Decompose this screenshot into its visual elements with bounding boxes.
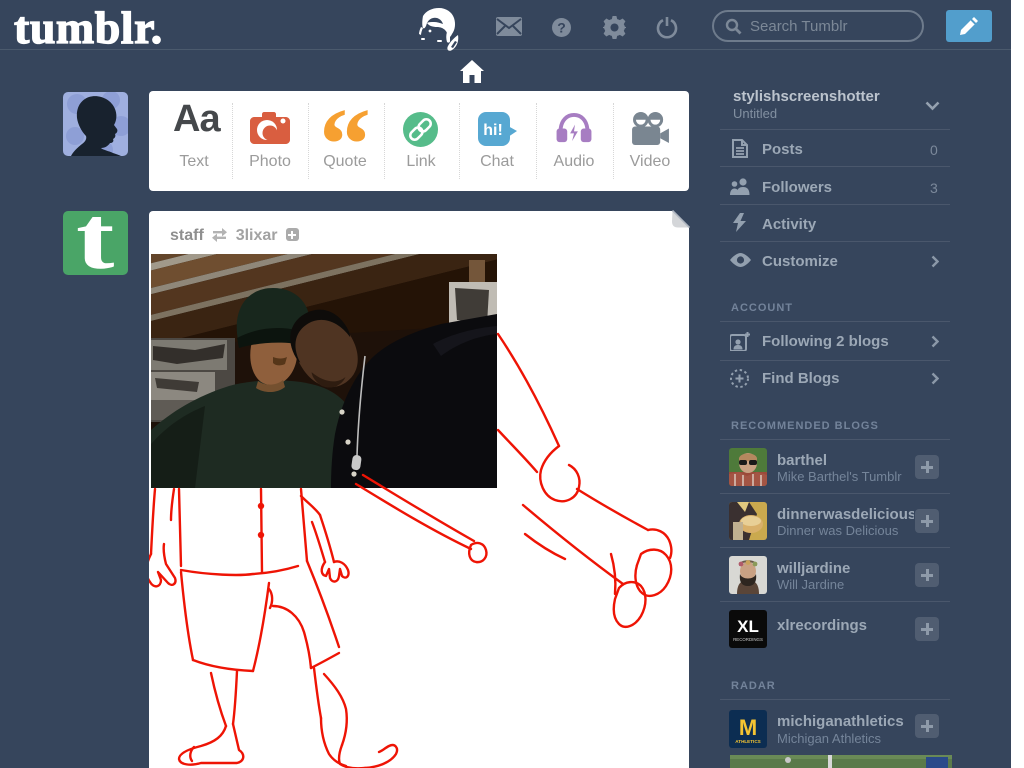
svg-text:XL: XL	[737, 617, 759, 636]
svg-text:RECORDINGS: RECORDINGS	[733, 637, 763, 642]
svg-text:?: ?	[557, 20, 566, 36]
svg-text:ATHLETICS: ATHLETICS	[735, 739, 760, 744]
svg-text:hi!: hi!	[483, 122, 503, 139]
svg-text:M: M	[739, 715, 757, 740]
